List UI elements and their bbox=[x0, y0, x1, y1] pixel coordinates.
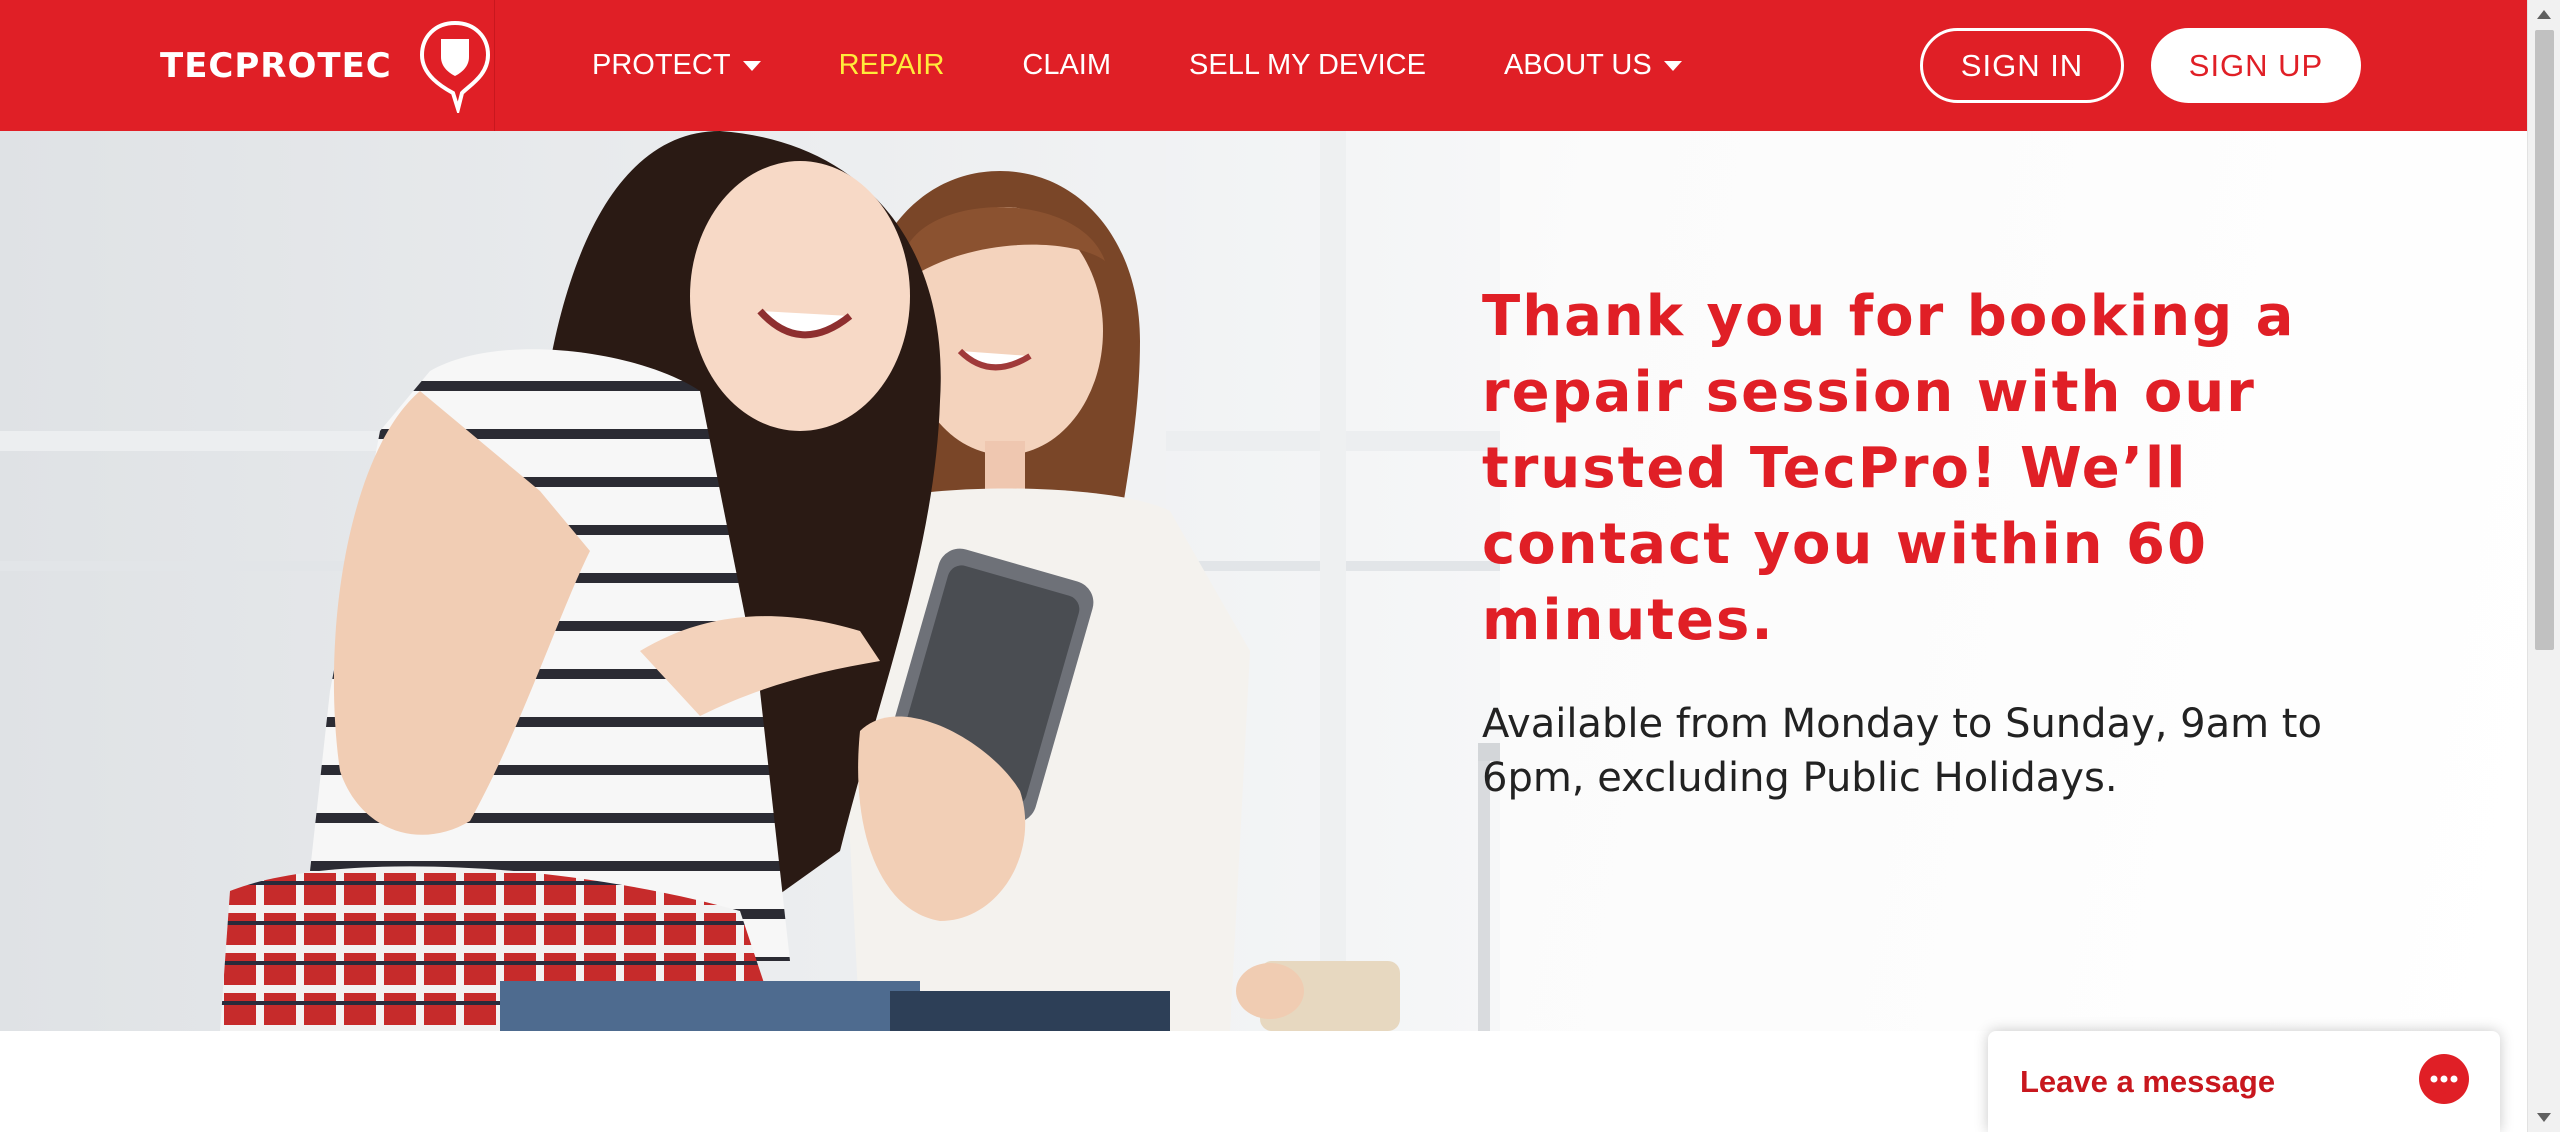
scrollbar-thumb[interactable] bbox=[2535, 30, 2554, 650]
leave-message-widget[interactable]: Leave a message bbox=[1988, 1031, 2500, 1132]
brand-logo-link[interactable]: TECPROTEC bbox=[160, 0, 492, 131]
shield-logo-icon bbox=[419, 20, 490, 113]
hero-banner: Thank you for booking a repair session w… bbox=[0, 131, 2527, 1031]
hero-photo bbox=[0, 131, 1500, 1031]
scroll-up-arrow-icon[interactable] bbox=[2537, 10, 2551, 19]
page: TECPROTEC PROTECT REPAIR CLAIM SELL MY D… bbox=[0, 0, 2560, 1132]
nav-item-repair[interactable]: REPAIR bbox=[839, 49, 945, 82]
nav-item-label: CLAIM bbox=[1022, 49, 1112, 81]
sign-in-button[interactable]: SIGN IN bbox=[1920, 28, 2124, 103]
nav-item-label: REPAIR bbox=[838, 49, 945, 81]
chat-bubble-icon[interactable] bbox=[2416, 1053, 2472, 1109]
leave-message-label: Leave a message bbox=[2020, 1063, 2276, 1099]
nav-item-claim[interactable]: CLAIM bbox=[1022, 49, 1111, 82]
hero-headline: Thank you for booking a repair session w… bbox=[1482, 284, 2296, 653]
scroll-down-arrow-icon[interactable] bbox=[2537, 1113, 2551, 1122]
page-scrollbar[interactable] bbox=[2527, 0, 2560, 1132]
nav-item-about-us[interactable]: ABOUT US bbox=[1504, 49, 1682, 82]
hero-copy: Thank you for booking a repair session w… bbox=[1482, 279, 2362, 805]
hero-subtext: Available from Monday to Sunday, 9am to … bbox=[1482, 701, 2322, 801]
nav-item-label: PROTECT bbox=[592, 49, 731, 81]
header-divider bbox=[494, 0, 495, 131]
sign-up-button[interactable]: SIGN UP bbox=[2151, 28, 2361, 103]
top-navbar: TECPROTEC PROTECT REPAIR CLAIM SELL MY D… bbox=[0, 0, 2527, 131]
auth-buttons: SIGN IN SIGN UP bbox=[1920, 28, 2361, 103]
caret-down-icon bbox=[742, 60, 761, 71]
nav-item-sell-my-device[interactable]: SELL MY DEVICE bbox=[1189, 49, 1426, 82]
nav-item-label: ABOUT US bbox=[1503, 49, 1652, 81]
nav-item-label: SELL MY DEVICE bbox=[1189, 49, 1426, 81]
main-nav: PROTECT REPAIR CLAIM SELL MY DEVICE ABOU… bbox=[592, 0, 1760, 131]
brand-name: TECPROTEC bbox=[160, 45, 392, 86]
caret-down-icon bbox=[1663, 60, 1682, 71]
nav-item-protect[interactable]: PROTECT bbox=[592, 49, 761, 82]
